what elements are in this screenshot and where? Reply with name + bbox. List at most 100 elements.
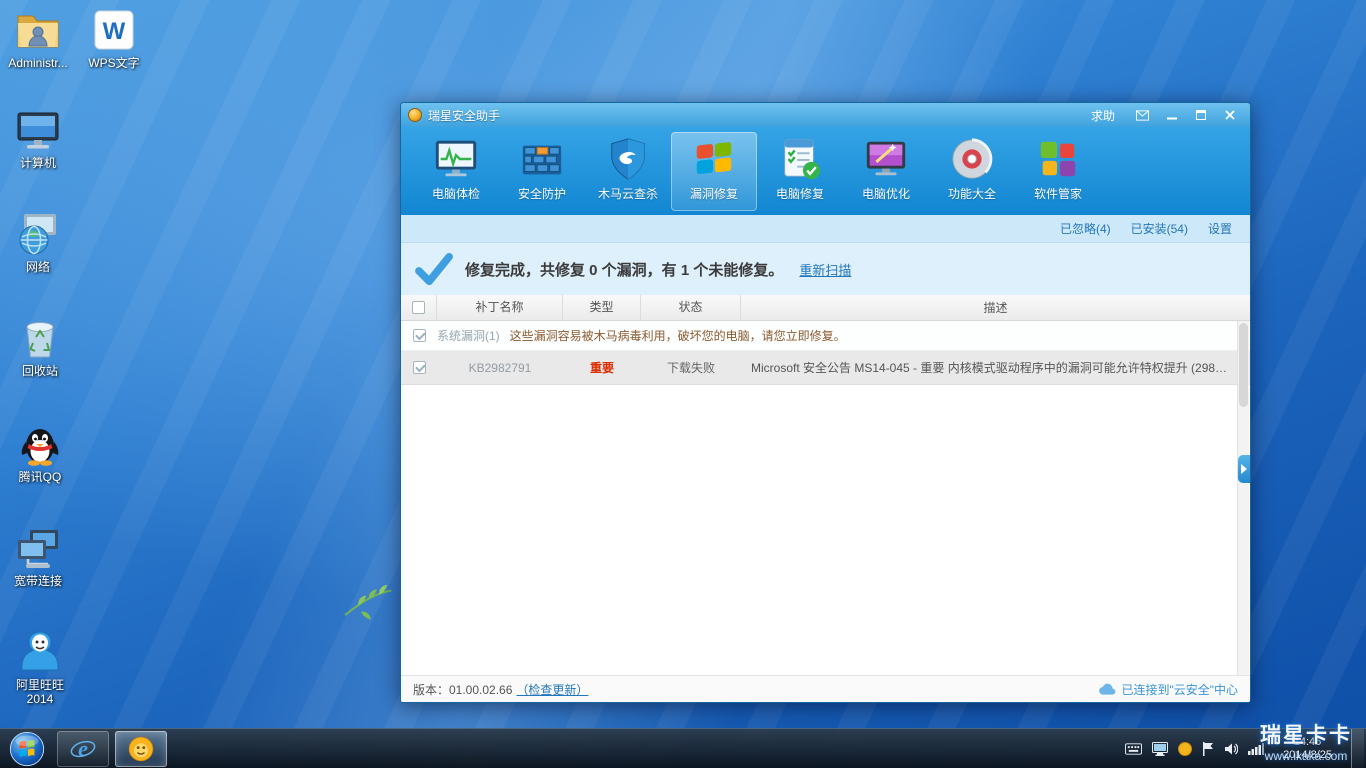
shield-icon bbox=[611, 138, 645, 180]
desktop: Administr... W WPS文字 计算机 网络 回收站 腾讯QQ 宽带连… bbox=[0, 0, 1366, 768]
desktop-icon-aliwangwang[interactable]: 阿里旺旺 2014 bbox=[2, 628, 78, 706]
help-link[interactable]: 求助 bbox=[1091, 107, 1115, 124]
row-checkbox[interactable] bbox=[412, 361, 426, 374]
cell-description: Microsoft 安全公告 MS14-045 - 重要 内核模式驱动程序中的漏… bbox=[751, 361, 1228, 375]
app-window: 瑞星安全助手 求助 电脑体检 安全防护 木马云查杀 漏洞修复 电脑修复 电脑优化… bbox=[400, 102, 1251, 703]
main-toolbar: 电脑体检 安全防护 木马云查杀 漏洞修复 电脑修复 电脑优化 功能大全 软件管家 bbox=[401, 127, 1250, 215]
scrollbar-thumb[interactable] bbox=[1239, 323, 1248, 407]
close-icon bbox=[1224, 110, 1235, 120]
windows-flag-icon bbox=[696, 142, 732, 175]
tool-software-manager[interactable]: 软件管家 bbox=[1015, 132, 1101, 211]
wallpaper-plant-decoration bbox=[344, 584, 392, 620]
svg-text:W: W bbox=[103, 18, 126, 45]
desktop-icon-recycle-bin[interactable]: 回收站 bbox=[2, 314, 78, 378]
maximize-button[interactable] bbox=[1187, 106, 1214, 124]
recycle-bin-icon bbox=[16, 314, 64, 362]
cell-patch-name: KB2982791 bbox=[468, 360, 532, 375]
aliwangwang-icon bbox=[16, 628, 64, 676]
tool-security-protection[interactable]: 安全防护 bbox=[499, 132, 585, 211]
minimize-button[interactable] bbox=[1158, 106, 1185, 124]
group-row[interactable]: 系统漏洞(1) 这些漏洞容易被木马病毒利用，破坏您的电脑，请您立即修复。 bbox=[401, 321, 1250, 351]
taskbar: e 14:46 2014/8/25 bbox=[0, 728, 1366, 768]
window-footer: 版本：01.00.02.66 （检查更新） 已连接到"云安全"中心 bbox=[401, 675, 1250, 702]
tool-label: 电脑修复 bbox=[775, 187, 824, 201]
group-checkbox[interactable] bbox=[412, 329, 426, 342]
desktop-icon-broadband[interactable]: 宽带连接 bbox=[0, 524, 76, 588]
patch-table: 补丁名称 类型 状态 描述 系统漏洞(1) 这些漏洞容易被木马病毒利用，破坏您的… bbox=[401, 295, 1250, 675]
keyboard-tray-icon[interactable] bbox=[1125, 742, 1143, 755]
software-blocks-icon bbox=[1040, 141, 1076, 177]
envelope-icon bbox=[1136, 109, 1149, 121]
status-message: 修复完成，共修复 0 个漏洞，有 1 个未能修复。 bbox=[465, 261, 784, 279]
scrollbar[interactable] bbox=[1237, 321, 1249, 675]
tool-label: 电脑体检 bbox=[431, 187, 480, 201]
settings-link[interactable]: 设置 bbox=[1208, 220, 1232, 237]
taskbar-button-rising[interactable] bbox=[115, 730, 167, 767]
cloud-status: 已连接到"云安全"中心 bbox=[1121, 682, 1238, 697]
desktop-icon-wps[interactable]: W WPS文字 bbox=[76, 6, 152, 70]
side-panel-toggle[interactable] bbox=[1238, 455, 1250, 483]
desktop-icon-qq[interactable]: 腾讯QQ bbox=[2, 420, 78, 484]
tool-all-functions[interactable]: 功能大全 bbox=[929, 132, 1015, 211]
table-header-row: 补丁名称 类型 状态 描述 bbox=[401, 295, 1250, 321]
rising-tray-icon[interactable] bbox=[1178, 741, 1193, 756]
maximize-icon bbox=[1195, 110, 1206, 120]
firewall-icon bbox=[522, 145, 562, 175]
tool-label: 软件管家 bbox=[1033, 187, 1082, 201]
taskbar-button-ie[interactable]: e bbox=[57, 730, 109, 767]
tool-pc-repair[interactable]: 电脑修复 bbox=[757, 132, 843, 211]
windows-start-icon bbox=[9, 731, 45, 766]
speaker-icon[interactable] bbox=[1224, 743, 1239, 755]
desktop-icon-administrator[interactable]: Administr... bbox=[0, 6, 76, 70]
network-icon[interactable] bbox=[1248, 742, 1265, 755]
tool-pc-checkup[interactable]: 电脑体检 bbox=[413, 132, 499, 211]
success-check-icon bbox=[415, 252, 453, 286]
desktop-icon-network[interactable]: 网络 bbox=[0, 210, 76, 274]
tool-pc-optimize[interactable]: 电脑优化 bbox=[843, 132, 929, 211]
disc-icon bbox=[952, 138, 993, 179]
desktop-icon-label: 腾讯QQ bbox=[18, 470, 62, 484]
column-header-patch: 补丁名称 bbox=[437, 295, 563, 320]
rescan-link[interactable]: 重新扫描 bbox=[799, 260, 851, 279]
close-button[interactable] bbox=[1216, 106, 1243, 124]
column-header-type: 类型 bbox=[563, 295, 641, 320]
tool-label: 木马云查杀 bbox=[597, 187, 658, 201]
group-title: 系统漏洞(1) bbox=[437, 329, 500, 343]
check-update-link[interactable]: （检查更新） bbox=[516, 681, 588, 698]
table-row[interactable]: KB2982791 重要 下载失败 Microsoft 安全公告 MS14-04… bbox=[401, 351, 1250, 385]
clock-date: 2014/8/25 bbox=[1283, 748, 1332, 761]
broadband-connection-icon bbox=[14, 524, 62, 572]
installed-link[interactable]: 已安装(54) bbox=[1131, 220, 1188, 237]
desktop-icon-computer[interactable]: 计算机 bbox=[0, 106, 76, 170]
tool-label: 功能大全 bbox=[947, 187, 996, 201]
sub-navigation: 已忽略(4) 已安装(54) 设置 bbox=[401, 215, 1250, 243]
desktop-icon-label: 计算机 bbox=[19, 156, 56, 170]
app-logo-icon bbox=[408, 108, 422, 122]
group-description: 这些漏洞容易被木马病毒利用，破坏您的电脑，请您立即修复。 bbox=[509, 329, 846, 343]
pc-checkup-icon bbox=[435, 140, 477, 177]
feedback-button[interactable] bbox=[1129, 106, 1156, 124]
cell-type: 重要 bbox=[589, 361, 614, 375]
desktop-icon-label: 阿里旺旺 2014 bbox=[15, 678, 64, 706]
internet-explorer-icon: e bbox=[70, 735, 96, 760]
tool-vulnerability-repair[interactable]: 漏洞修复 bbox=[671, 132, 757, 211]
network-globe-icon bbox=[14, 210, 62, 258]
ignored-link[interactable]: 已忽略(4) bbox=[1060, 220, 1111, 237]
display-tray-icon[interactable] bbox=[1152, 741, 1169, 756]
tool-label: 安全防护 bbox=[517, 187, 566, 201]
clock-time: 14:46 bbox=[1293, 735, 1322, 748]
system-tray: 14:46 2014/8/25 bbox=[1125, 728, 1366, 768]
taskbar-clock[interactable]: 14:46 2014/8/25 bbox=[1274, 736, 1341, 762]
action-center-flag-icon[interactable] bbox=[1202, 741, 1214, 756]
desktop-icon-label: 宽带连接 bbox=[13, 574, 62, 588]
show-desktop-button[interactable] bbox=[1351, 728, 1364, 768]
desktop-icon-label: WPS文字 bbox=[88, 56, 140, 70]
start-button[interactable] bbox=[0, 729, 54, 768]
window-titlebar: 瑞星安全助手 求助 bbox=[401, 103, 1250, 127]
tool-trojan-cloud-scan[interactable]: 木马云查杀 bbox=[585, 132, 671, 211]
minimize-icon bbox=[1166, 117, 1177, 120]
select-all-checkbox[interactable] bbox=[412, 301, 425, 314]
tool-label: 电脑优化 bbox=[861, 187, 910, 201]
table-empty-area bbox=[401, 385, 1250, 675]
tool-label: 漏洞修复 bbox=[689, 187, 738, 201]
